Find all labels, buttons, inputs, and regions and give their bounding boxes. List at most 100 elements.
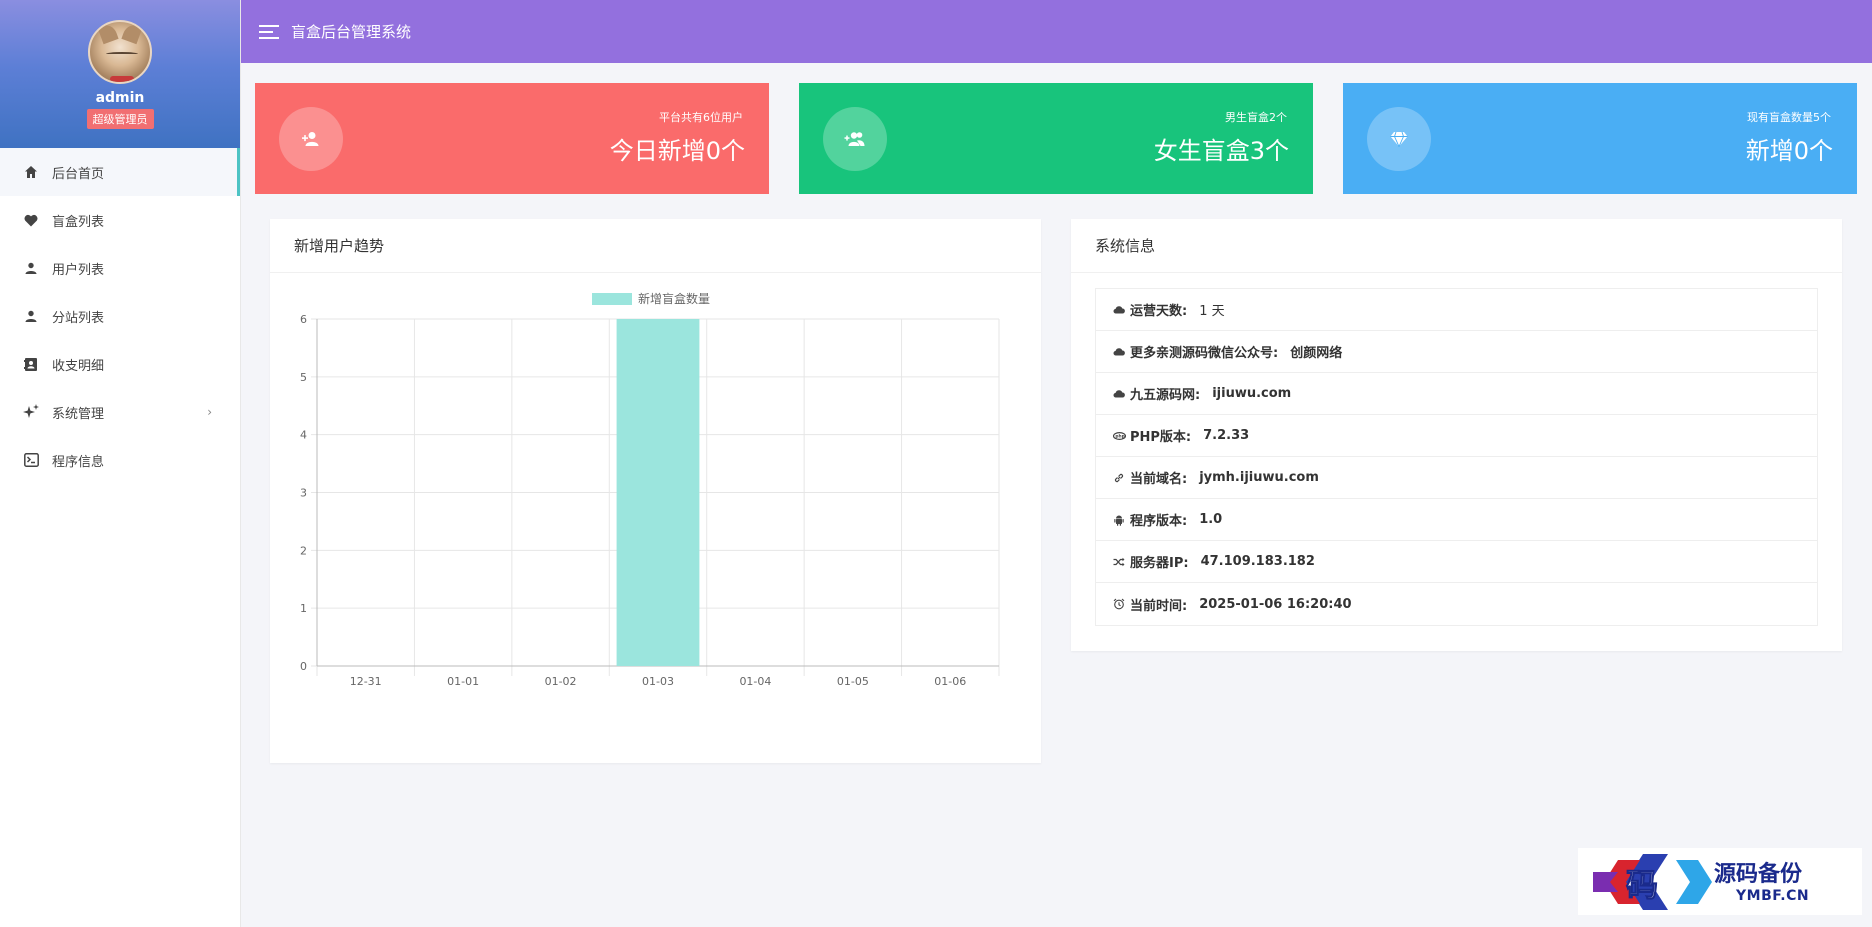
- user-plus-icon: [279, 107, 343, 171]
- info-value: 创颜网络: [1290, 346, 1343, 361]
- info-value: 7.2.33: [1203, 428, 1250, 443]
- chevron-right-icon: ›: [207, 405, 212, 419]
- y-tick-label: 5: [300, 371, 307, 384]
- avatar[interactable]: [88, 20, 152, 84]
- sidebar-item-finance[interactable]: 收支明细: [0, 340, 240, 388]
- info-row: 程序版本: 1.0: [1096, 499, 1817, 541]
- info-label: 当前域名:: [1130, 472, 1188, 487]
- info-row: 服务器IP: 47.109.183.182: [1096, 541, 1817, 583]
- stat-value: 新增0个: [1745, 137, 1833, 165]
- info-label: 程序版本:: [1130, 514, 1188, 529]
- sidebar-item-label: 盲盒列表: [52, 214, 105, 230]
- stat-subtitle: 平台共有6位用户: [659, 111, 743, 124]
- sidebar-item-system-management[interactable]: 系统管理 ›: [0, 388, 240, 436]
- info-row: 运营天数: 1 天: [1096, 289, 1817, 331]
- panel-title: 新增用户趋势: [270, 219, 1041, 273]
- x-tick-label: 01-01: [447, 675, 479, 688]
- info-row: 九五源码网: ijiuwu.com: [1096, 373, 1817, 415]
- sidebar-item-label: 用户列表: [52, 262, 105, 278]
- x-tick-label: 01-04: [739, 675, 771, 688]
- panel-title: 系统信息: [1071, 219, 1842, 273]
- trend-bar-chart: 0 1 2 3 4 5 6 12-31 01-01 01-02 01-03 01-04 01-05 01-…: [300, 291, 1000, 688]
- stat-card-boxes-gender: 男生盲盒2个 女生盲盒3个: [799, 83, 1313, 194]
- info-value: 1 天: [1199, 304, 1225, 319]
- y-tick-label: 4: [300, 429, 307, 442]
- cloud-icon: [1112, 387, 1126, 401]
- info-value: 47.109.183.182: [1200, 554, 1315, 569]
- sidebar-item-label: 分站列表: [52, 310, 105, 326]
- top-navbar: 盲盒后台管理系统: [241, 0, 1872, 63]
- info-row: 更多亲测源码微信公众号: 创颜网络: [1096, 331, 1817, 373]
- sidebar-item-label: 系统管理: [52, 406, 105, 422]
- app-title: 盲盒后台管理系统: [291, 23, 412, 41]
- info-value: jymh.ijiuwu.com: [1199, 470, 1319, 485]
- watermark-logo: 码 源码备份 YMBF.CN: [1578, 848, 1862, 915]
- info-label: 更多亲测源码微信公众号:: [1130, 346, 1279, 361]
- user-icon: [22, 259, 40, 277]
- php-icon: php: [1112, 429, 1126, 443]
- info-value: 2025-01-06 16:20:40: [1199, 596, 1352, 612]
- hamburger-menu-icon[interactable]: [259, 24, 279, 39]
- home-icon: [22, 163, 40, 181]
- diamond-icon: [1367, 107, 1431, 171]
- role-badge: 超级管理员: [86, 109, 154, 129]
- x-tick-label: 01-02: [545, 675, 577, 688]
- legend-label: 新增盲盒数量: [638, 291, 710, 306]
- info-value: 1.0: [1199, 512, 1223, 527]
- info-row: 当前时间: 2025-01-06 16:20:40: [1096, 583, 1817, 625]
- y-tick-label: 1: [300, 602, 307, 615]
- sidebar-item-label: 收支明细: [52, 358, 105, 374]
- sidebar-item-home[interactable]: 后台首页: [0, 148, 240, 196]
- stat-card-box-count: 现有盲盒数量5个 新增0个: [1343, 83, 1857, 194]
- watermark-en-text: YMBF.CN: [1736, 888, 1810, 904]
- profile-header: admin 超级管理员: [0, 0, 240, 148]
- android-icon: [1112, 513, 1126, 527]
- stat-value: 今日新增0个: [609, 137, 745, 165]
- x-tick-label: 01-05: [837, 675, 869, 688]
- alarm-clock-icon: [1112, 597, 1126, 611]
- stat-value: 女生盲盒3个: [1153, 137, 1289, 165]
- info-label: 九五源码网:: [1130, 388, 1201, 403]
- cloud-icon: [1112, 345, 1126, 359]
- x-tick-label: 01-03: [642, 675, 674, 688]
- user-trend-panel: 新增用户趋势 0 1 2 3 4 5 6 12-31 01-01 01-02 01-03 01-04 0…: [270, 219, 1041, 763]
- svg-text:php: php: [1115, 433, 1124, 439]
- info-label: 运营天数:: [1130, 304, 1188, 319]
- info-label: 服务器IP:: [1130, 556, 1189, 571]
- y-tick-label: 0: [300, 660, 307, 673]
- info-row: php PHP版本: 7.2.33: [1096, 415, 1817, 457]
- logo-glyph: 码: [1626, 866, 1658, 904]
- sidebar-item-substation-list[interactable]: 分站列表: [0, 292, 240, 340]
- x-tick-label: 12-31: [350, 675, 382, 688]
- sparkles-icon: [22, 403, 40, 421]
- users-plus-icon: [823, 107, 887, 171]
- stat-card-users: 平台共有6位用户 今日新增0个: [255, 83, 769, 194]
- system-info-panel: 系统信息 运营天数: 1 天更多亲测源码微信公众号: 创颜网络九五源码网: ijiuw…: [1071, 219, 1842, 651]
- sidebar-item-program-info[interactable]: 程序信息: [0, 436, 240, 484]
- bar-01-03: [616, 319, 700, 666]
- info-label: 当前时间:: [1130, 598, 1188, 614]
- sidebar-item-label: 后台首页: [52, 166, 105, 182]
- cloud-icon: [1112, 303, 1126, 317]
- stat-subtitle: 男生盲盒2个: [1225, 111, 1287, 124]
- sidebar-nav: 后台首页 盲盒列表 用户列表 分站列表 收支明细 系统管理 › 程序信息: [0, 148, 240, 484]
- username: admin: [95, 90, 145, 106]
- sidebar-item-user-list[interactable]: 用户列表: [0, 244, 240, 292]
- y-tick-label: 3: [300, 487, 307, 500]
- logo-mark: 码: [1593, 854, 1712, 910]
- y-tick-label: 6: [300, 313, 307, 326]
- contact-book-icon: [22, 355, 40, 373]
- info-value: ijiuwu.com: [1212, 386, 1292, 401]
- link-icon: [1112, 471, 1126, 485]
- legend-swatch: [592, 293, 632, 305]
- x-tick-label: 01-06: [934, 675, 966, 688]
- sidebar-item-label: 程序信息: [52, 454, 105, 470]
- terminal-icon: [22, 451, 40, 469]
- sidebar-item-blindbox-list[interactable]: 盲盒列表: [0, 196, 240, 244]
- user-icon: [22, 307, 40, 325]
- info-label: PHP版本:: [1130, 430, 1192, 445]
- watermark-cn-text: 源码备份: [1714, 861, 1803, 887]
- info-row: 当前域名: jymh.ijiuwu.com: [1096, 457, 1817, 499]
- stat-subtitle: 现有盲盒数量5个: [1747, 111, 1831, 124]
- heart-icon: [22, 211, 40, 229]
